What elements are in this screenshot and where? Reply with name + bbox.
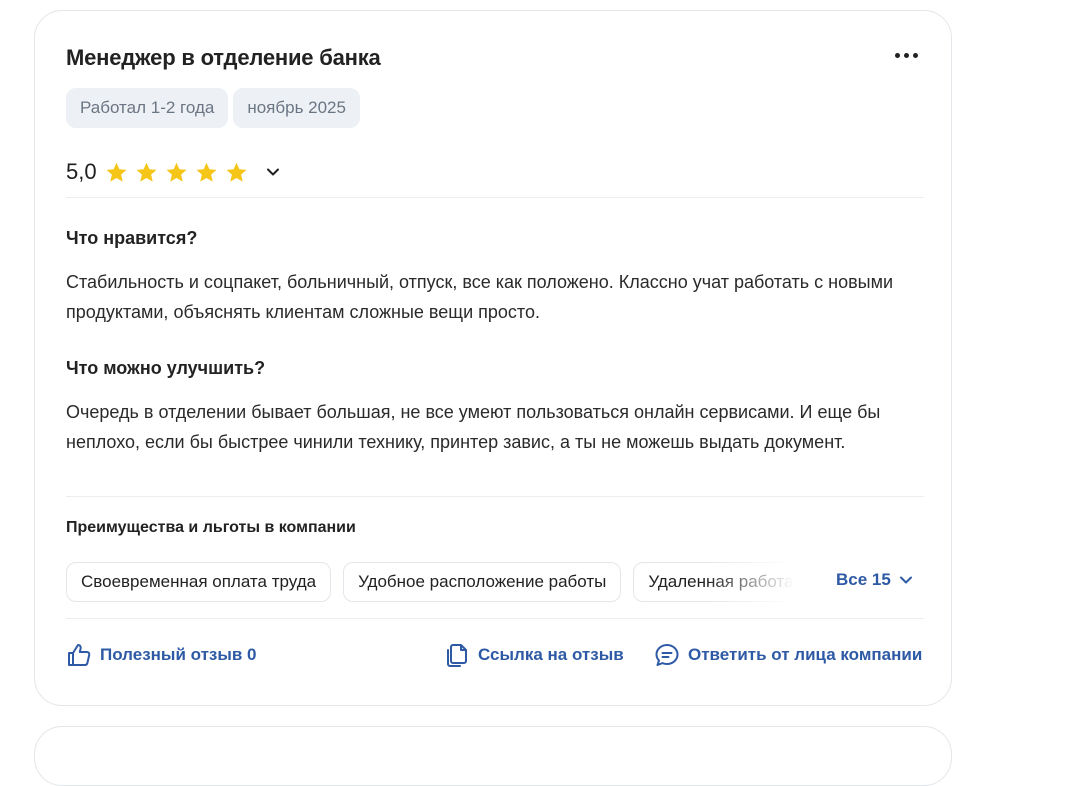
divider	[66, 496, 924, 497]
chevron-down-icon	[899, 576, 912, 584]
benefit-chip: Удаленная работа	[633, 562, 794, 602]
review-tags: Работал 1-2 года ноябрь 2025	[66, 88, 360, 128]
useful-review-button[interactable]: Полезный отзыв 0	[66, 642, 257, 668]
tag-date: ноябрь 2025	[233, 88, 360, 128]
improve-text: Очередь в отделении бывает большая, не в…	[66, 402, 881, 452]
benefits-list: Своевременная оплата труда Удобное распо…	[66, 562, 794, 602]
benefit-chip: Своевременная оплата труда	[66, 562, 332, 602]
reply-as-company-label: Ответить от лица компании	[688, 645, 923, 664]
chevron-down-icon[interactable]	[266, 165, 280, 179]
chat-bubble-icon	[655, 644, 679, 666]
review-title: Менеджер в отделение банка	[66, 45, 381, 70]
useful-review-label: Полезный отзыв 0	[100, 645, 257, 664]
benefit-chip: Удобное расположение работы	[343, 562, 622, 602]
likes-text: Стабильность и соцпакет, больничный, отп…	[66, 272, 894, 322]
review-card: Менеджер в отделение банка Работал 1-2 г…	[34, 10, 952, 706]
copy-link-label: Ссылка на отзыв	[478, 645, 624, 664]
star-icon	[166, 162, 187, 182]
divider	[66, 618, 924, 619]
thumbs-up-icon	[68, 644, 91, 666]
rating-value: 5,0	[66, 159, 97, 184]
review-actions: Полезный отзыв 0 Ссылка на отзыв Ответит…	[66, 642, 924, 672]
star-icon	[106, 162, 127, 182]
star-icon	[226, 162, 247, 182]
improve-heading: Что можно улучшить?	[66, 358, 266, 378]
all-benefits-label: Все 15	[836, 570, 891, 589]
reply-as-company-button[interactable]: Ответить от лица компании	[654, 642, 922, 668]
likes-heading: Что нравится?	[66, 228, 198, 248]
divider	[66, 197, 924, 198]
benefits-heading: Преимущества и льготы в компании	[66, 519, 356, 536]
all-benefits-button[interactable]: Все 15	[836, 570, 913, 590]
rating-row: 5,0	[66, 155, 280, 189]
copy-link-button[interactable]: Ссылка на отзыв	[444, 642, 624, 668]
copy-link-icon	[447, 644, 467, 667]
rating-stars	[105, 161, 248, 184]
star-icon	[196, 162, 217, 182]
next-review-card	[34, 726, 952, 786]
star-icon	[136, 162, 157, 182]
more-options-button[interactable]	[886, 41, 926, 69]
more-horizontal-icon	[894, 52, 900, 58]
tag-experience: Работал 1-2 года	[66, 88, 229, 128]
